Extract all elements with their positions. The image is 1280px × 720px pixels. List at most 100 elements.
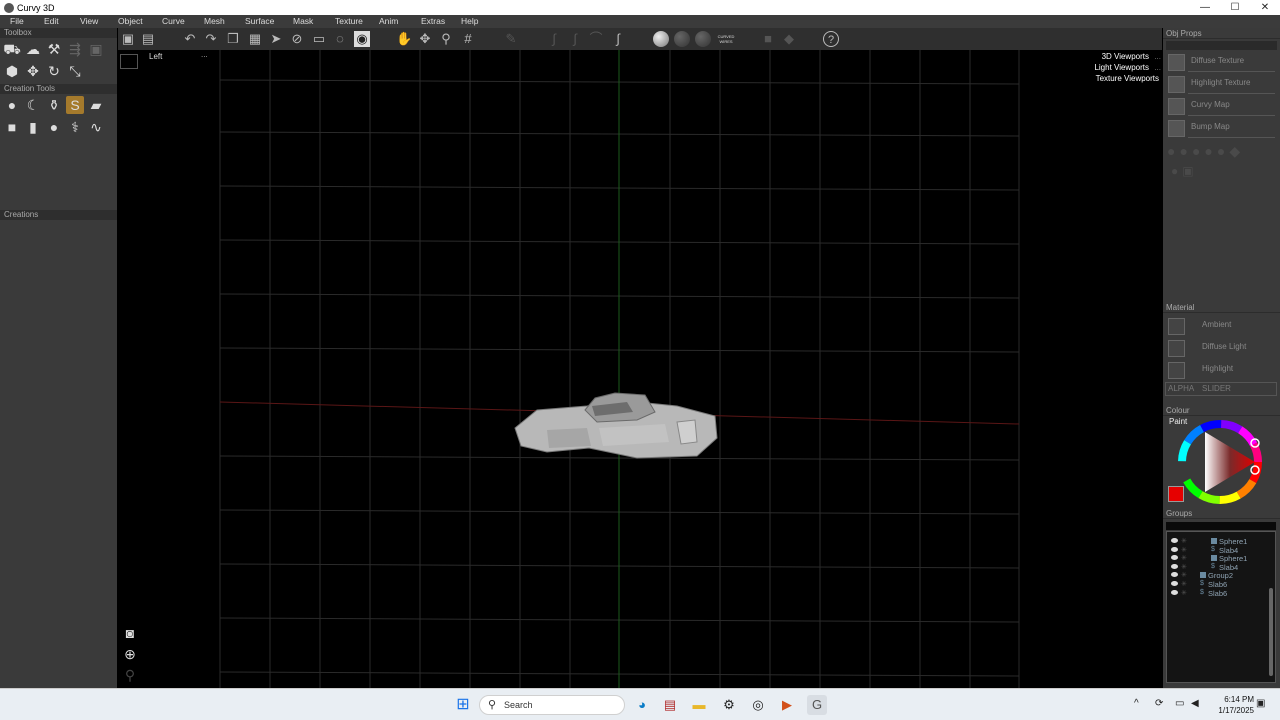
curve-tool-3-icon[interactable]: ⌒ bbox=[588, 31, 604, 47]
hook-tool-icon[interactable]: ☾ bbox=[24, 96, 42, 114]
ambient-row[interactable]: Ambient bbox=[1166, 316, 1277, 337]
diffuse-light-row[interactable]: Diffuse Light bbox=[1166, 338, 1277, 359]
groups-scrollbar[interactable] bbox=[1269, 588, 1273, 676]
lock-icon[interactable]: ✳ bbox=[1181, 580, 1187, 588]
file-explorer-icon[interactable]: ▬ bbox=[689, 695, 709, 715]
diffuse-texture-thumb[interactable] bbox=[1168, 54, 1185, 71]
capture-tool-icon[interactable]: ▣ bbox=[87, 40, 105, 58]
3d-model-shape[interactable] bbox=[514, 392, 718, 459]
light-viewports-link[interactable]: Light Viewports bbox=[1094, 63, 1149, 72]
move-tool-icon[interactable]: ✥ bbox=[24, 62, 42, 80]
highlight-swatch[interactable] bbox=[1168, 362, 1185, 379]
tube-tool-icon[interactable]: ∿ bbox=[87, 118, 105, 136]
group-item[interactable]: ✳ $ Slab6 bbox=[1167, 589, 1275, 598]
menu-extras[interactable]: Extras bbox=[411, 15, 451, 28]
sphere-tool-icon[interactable]: ● bbox=[45, 118, 63, 136]
menu-curve[interactable]: Curve bbox=[152, 15, 194, 28]
sculpt-tool-icon[interactable]: ☁ bbox=[24, 40, 42, 58]
preset-sphere-2-icon[interactable]: ● bbox=[1179, 143, 1187, 160]
menu-anim[interactable]: Anim bbox=[369, 15, 411, 28]
notifications-icon[interactable]: ▣ bbox=[1256, 698, 1265, 709]
bump-map-thumb[interactable] bbox=[1168, 120, 1185, 137]
3d-viewport[interactable]: Left ... 3D Viewports ... Light Viewport… bbox=[117, 50, 1163, 688]
bump-map-row[interactable]: Bump Map bbox=[1166, 118, 1277, 139]
visibility-eye-icon[interactable] bbox=[1171, 563, 1178, 569]
viewport-options-button[interactable]: ... bbox=[201, 50, 208, 59]
edge-browser-icon[interactable]: ◕ bbox=[632, 695, 652, 715]
zoom-icon[interactable]: ⚲ bbox=[438, 31, 454, 47]
lock-icon[interactable]: ✳ bbox=[1181, 589, 1187, 597]
wand-tool-icon[interactable]: ⚕ bbox=[66, 118, 84, 136]
paint-tool-icon[interactable]: ⛟ bbox=[3, 40, 21, 58]
group-item[interactable]: ✳ Group2 bbox=[1167, 571, 1275, 580]
preset-sphere-7-icon[interactable]: ● bbox=[1171, 164, 1178, 178]
pour-tool-icon[interactable]: ⚱ bbox=[45, 96, 63, 114]
edit-pen-icon[interactable]: ✎ bbox=[503, 31, 519, 47]
curved-wires-button[interactable]: CURVED WIRES bbox=[716, 31, 736, 47]
help-icon[interactable]: ? bbox=[823, 31, 839, 47]
mesh-sphere-icon[interactable] bbox=[695, 31, 711, 47]
circle-select-icon[interactable]: ◉ bbox=[354, 31, 370, 47]
rectangle-select-icon[interactable]: ▭ bbox=[311, 31, 327, 47]
s-curve-tool-icon[interactable]: S bbox=[66, 96, 84, 114]
visibility-eye-icon[interactable] bbox=[1171, 572, 1178, 578]
undo-icon[interactable]: ↶ bbox=[182, 31, 198, 47]
preset-sphere-5-icon[interactable]: ● bbox=[1217, 143, 1225, 160]
grid-icon[interactable]: # bbox=[460, 31, 476, 47]
rotate-tool-icon[interactable]: ↻ bbox=[45, 62, 63, 80]
scale-tool-icon[interactable]: ⤡ bbox=[66, 62, 84, 80]
diamond-tool-icon[interactable]: ◆ bbox=[781, 31, 797, 47]
volume-tray-icon[interactable]: ◀ bbox=[1191, 698, 1199, 709]
menu-mesh[interactable]: Mesh bbox=[194, 15, 235, 28]
current-colour-swatch[interactable] bbox=[1168, 486, 1184, 502]
knife-tool-icon[interactable]: ⚒ bbox=[45, 40, 63, 58]
lasso-circle-icon[interactable]: ⊘ bbox=[289, 31, 305, 47]
bump-map-slider[interactable] bbox=[1188, 137, 1275, 138]
highlight-texture-slider[interactable] bbox=[1188, 93, 1275, 94]
sync-tray-icon[interactable]: ⟳ bbox=[1155, 698, 1163, 709]
box-tool-icon[interactable]: ■ bbox=[3, 118, 21, 136]
preset-sphere-1-icon[interactable]: ● bbox=[1167, 143, 1175, 160]
media-player-icon[interactable]: ▶ bbox=[777, 695, 797, 715]
group-item[interactable]: ✳ Sphere1 bbox=[1167, 537, 1275, 546]
save-icon[interactable]: ▣ bbox=[120, 31, 136, 47]
show-hidden-icons-chevron-icon[interactable]: ^ bbox=[1134, 698, 1139, 709]
curvy-map-thumb[interactable] bbox=[1168, 98, 1185, 115]
lasso-select-icon[interactable]: ◌ bbox=[332, 31, 348, 47]
viewport-view-label[interactable]: Left bbox=[149, 52, 162, 61]
menu-view[interactable]: View bbox=[70, 15, 108, 28]
wire-sphere-icon[interactable] bbox=[674, 31, 690, 47]
group-item[interactable]: ✳ Sphere1 bbox=[1167, 554, 1275, 563]
lock-icon[interactable]: ✳ bbox=[1181, 546, 1187, 554]
highlight-row[interactable]: Highlight bbox=[1166, 360, 1277, 381]
group-item[interactable]: ✳ $ Slab6 bbox=[1167, 580, 1275, 589]
highlight-texture-thumb[interactable] bbox=[1168, 76, 1185, 93]
preset-sphere-3-icon[interactable]: ● bbox=[1192, 143, 1200, 160]
curvy-map-slider[interactable] bbox=[1188, 115, 1275, 116]
menu-surface[interactable]: Surface bbox=[235, 15, 283, 28]
blob-tool-icon[interactable]: ● bbox=[3, 96, 21, 114]
preset-sphere-6-icon[interactable]: ◆ bbox=[1229, 143, 1240, 160]
open-icon[interactable]: ▤ bbox=[140, 31, 156, 47]
visibility-eye-icon[interactable] bbox=[1171, 538, 1178, 543]
taskbar-search[interactable]: ⚲ Search bbox=[479, 695, 625, 715]
maximize-button[interactable]: ☐ bbox=[1220, 0, 1250, 15]
viewport-layout-button[interactable] bbox=[120, 54, 138, 69]
store-app-icon[interactable]: ▤ bbox=[660, 695, 680, 715]
copy-icon[interactable]: ❐ bbox=[225, 31, 241, 47]
merge-tool-icon[interactable]: ⇶ bbox=[66, 40, 84, 58]
curve-tool-1-icon[interactable]: ∫ bbox=[546, 31, 562, 47]
curvy-3d-taskbar-icon[interactable]: G bbox=[807, 695, 827, 715]
curve-tool-2-icon[interactable]: ∫ bbox=[567, 31, 583, 47]
alpha-slider[interactable]: ALPHA SLIDER bbox=[1163, 382, 1280, 396]
visibility-eye-icon[interactable] bbox=[1171, 580, 1178, 586]
menu-mask[interactable]: Mask bbox=[283, 15, 325, 28]
lock-icon[interactable]: ✳ bbox=[1181, 571, 1187, 579]
menu-file[interactable]: File bbox=[0, 15, 34, 28]
highlight-texture-row[interactable]: Highlight Texture bbox=[1166, 74, 1277, 95]
app-icon-5[interactable]: ◎ bbox=[748, 695, 768, 715]
lock-icon[interactable]: ✳ bbox=[1181, 537, 1187, 545]
system-clock[interactable]: 6:14 PM 1/17/2025 bbox=[1218, 694, 1254, 716]
move-view-icon[interactable]: ✥ bbox=[417, 31, 433, 47]
lock-icon[interactable]: ✳ bbox=[1181, 554, 1187, 562]
